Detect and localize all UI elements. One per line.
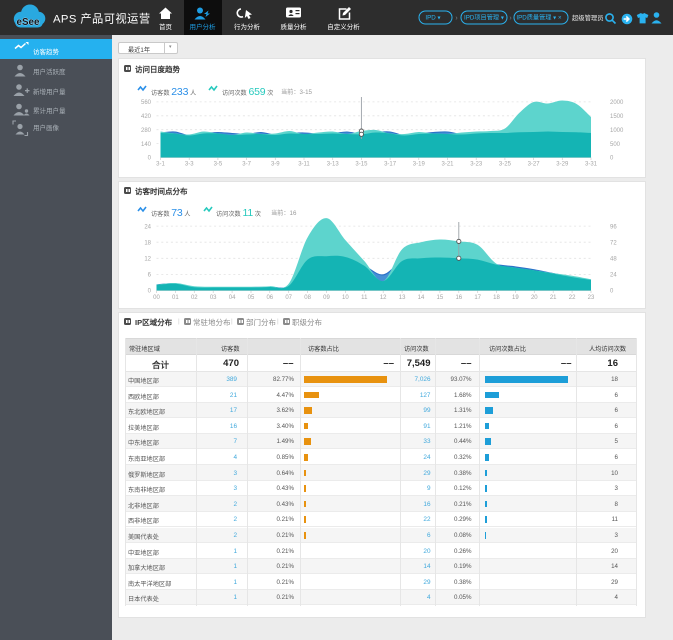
svg-text:00: 00 xyxy=(153,295,160,301)
svg-text:48: 48 xyxy=(610,257,617,263)
svg-text:420: 420 xyxy=(141,114,152,120)
svg-text:13: 13 xyxy=(399,295,406,301)
svg-text:24: 24 xyxy=(610,273,617,279)
svg-text:18: 18 xyxy=(144,240,151,246)
svg-text:3-31: 3-31 xyxy=(585,162,598,168)
svg-text:280: 280 xyxy=(141,128,152,134)
svg-text:3-5: 3-5 xyxy=(214,162,223,168)
svg-text:96: 96 xyxy=(610,224,617,230)
svg-text:10: 10 xyxy=(342,295,349,301)
svg-text:3-25: 3-25 xyxy=(499,162,512,168)
svg-text:09: 09 xyxy=(323,295,330,301)
svg-text:3-21: 3-21 xyxy=(441,162,454,168)
svg-text:3-11: 3-11 xyxy=(298,162,310,168)
svg-text:15: 15 xyxy=(437,295,444,301)
svg-text:22: 22 xyxy=(569,295,576,301)
svg-text:08: 08 xyxy=(304,295,311,301)
svg-text:3-23: 3-23 xyxy=(470,162,483,168)
svg-text:3-19: 3-19 xyxy=(413,162,426,168)
svg-text:12: 12 xyxy=(144,257,151,263)
svg-text:3-3: 3-3 xyxy=(185,162,194,168)
svg-text:21: 21 xyxy=(550,295,557,301)
svg-text:6: 6 xyxy=(148,273,152,279)
svg-text:560: 560 xyxy=(141,100,152,106)
svg-text:02: 02 xyxy=(191,295,198,301)
svg-text:05: 05 xyxy=(248,295,255,301)
svg-text:3-17: 3-17 xyxy=(384,162,397,168)
svg-text:1500: 1500 xyxy=(610,114,624,120)
svg-text:06: 06 xyxy=(266,295,273,301)
svg-text:3-9: 3-9 xyxy=(271,162,280,168)
svg-text:07: 07 xyxy=(285,295,292,301)
svg-text:11: 11 xyxy=(361,295,368,301)
svg-text:1000: 1000 xyxy=(610,128,624,134)
svg-text:3-1: 3-1 xyxy=(156,162,165,168)
svg-text:0: 0 xyxy=(610,156,614,162)
svg-text:72: 72 xyxy=(610,240,617,246)
svg-text:140: 140 xyxy=(141,142,152,148)
svg-text:23: 23 xyxy=(588,295,595,301)
svg-text:16: 16 xyxy=(455,295,462,301)
svg-text:3-15: 3-15 xyxy=(355,162,368,168)
svg-text:01: 01 xyxy=(172,295,179,301)
svg-text:3-7: 3-7 xyxy=(242,162,251,168)
svg-text:2000: 2000 xyxy=(610,100,624,106)
svg-text:3-13: 3-13 xyxy=(327,162,340,168)
svg-text:04: 04 xyxy=(229,295,236,301)
svg-text:24: 24 xyxy=(144,224,151,230)
svg-text:18: 18 xyxy=(493,295,500,301)
svg-text:3-27: 3-27 xyxy=(528,162,541,168)
svg-text:0: 0 xyxy=(148,156,152,162)
svg-text:17: 17 xyxy=(474,295,481,301)
svg-text:14: 14 xyxy=(418,295,425,301)
svg-text:3-29: 3-29 xyxy=(556,162,569,168)
svg-text:0: 0 xyxy=(610,289,614,295)
svg-text:03: 03 xyxy=(210,295,217,301)
svg-text:20: 20 xyxy=(531,295,538,301)
svg-text:12: 12 xyxy=(380,295,387,301)
svg-text:19: 19 xyxy=(512,295,519,301)
svg-text:0: 0 xyxy=(148,289,152,295)
svg-text:500: 500 xyxy=(610,142,621,148)
